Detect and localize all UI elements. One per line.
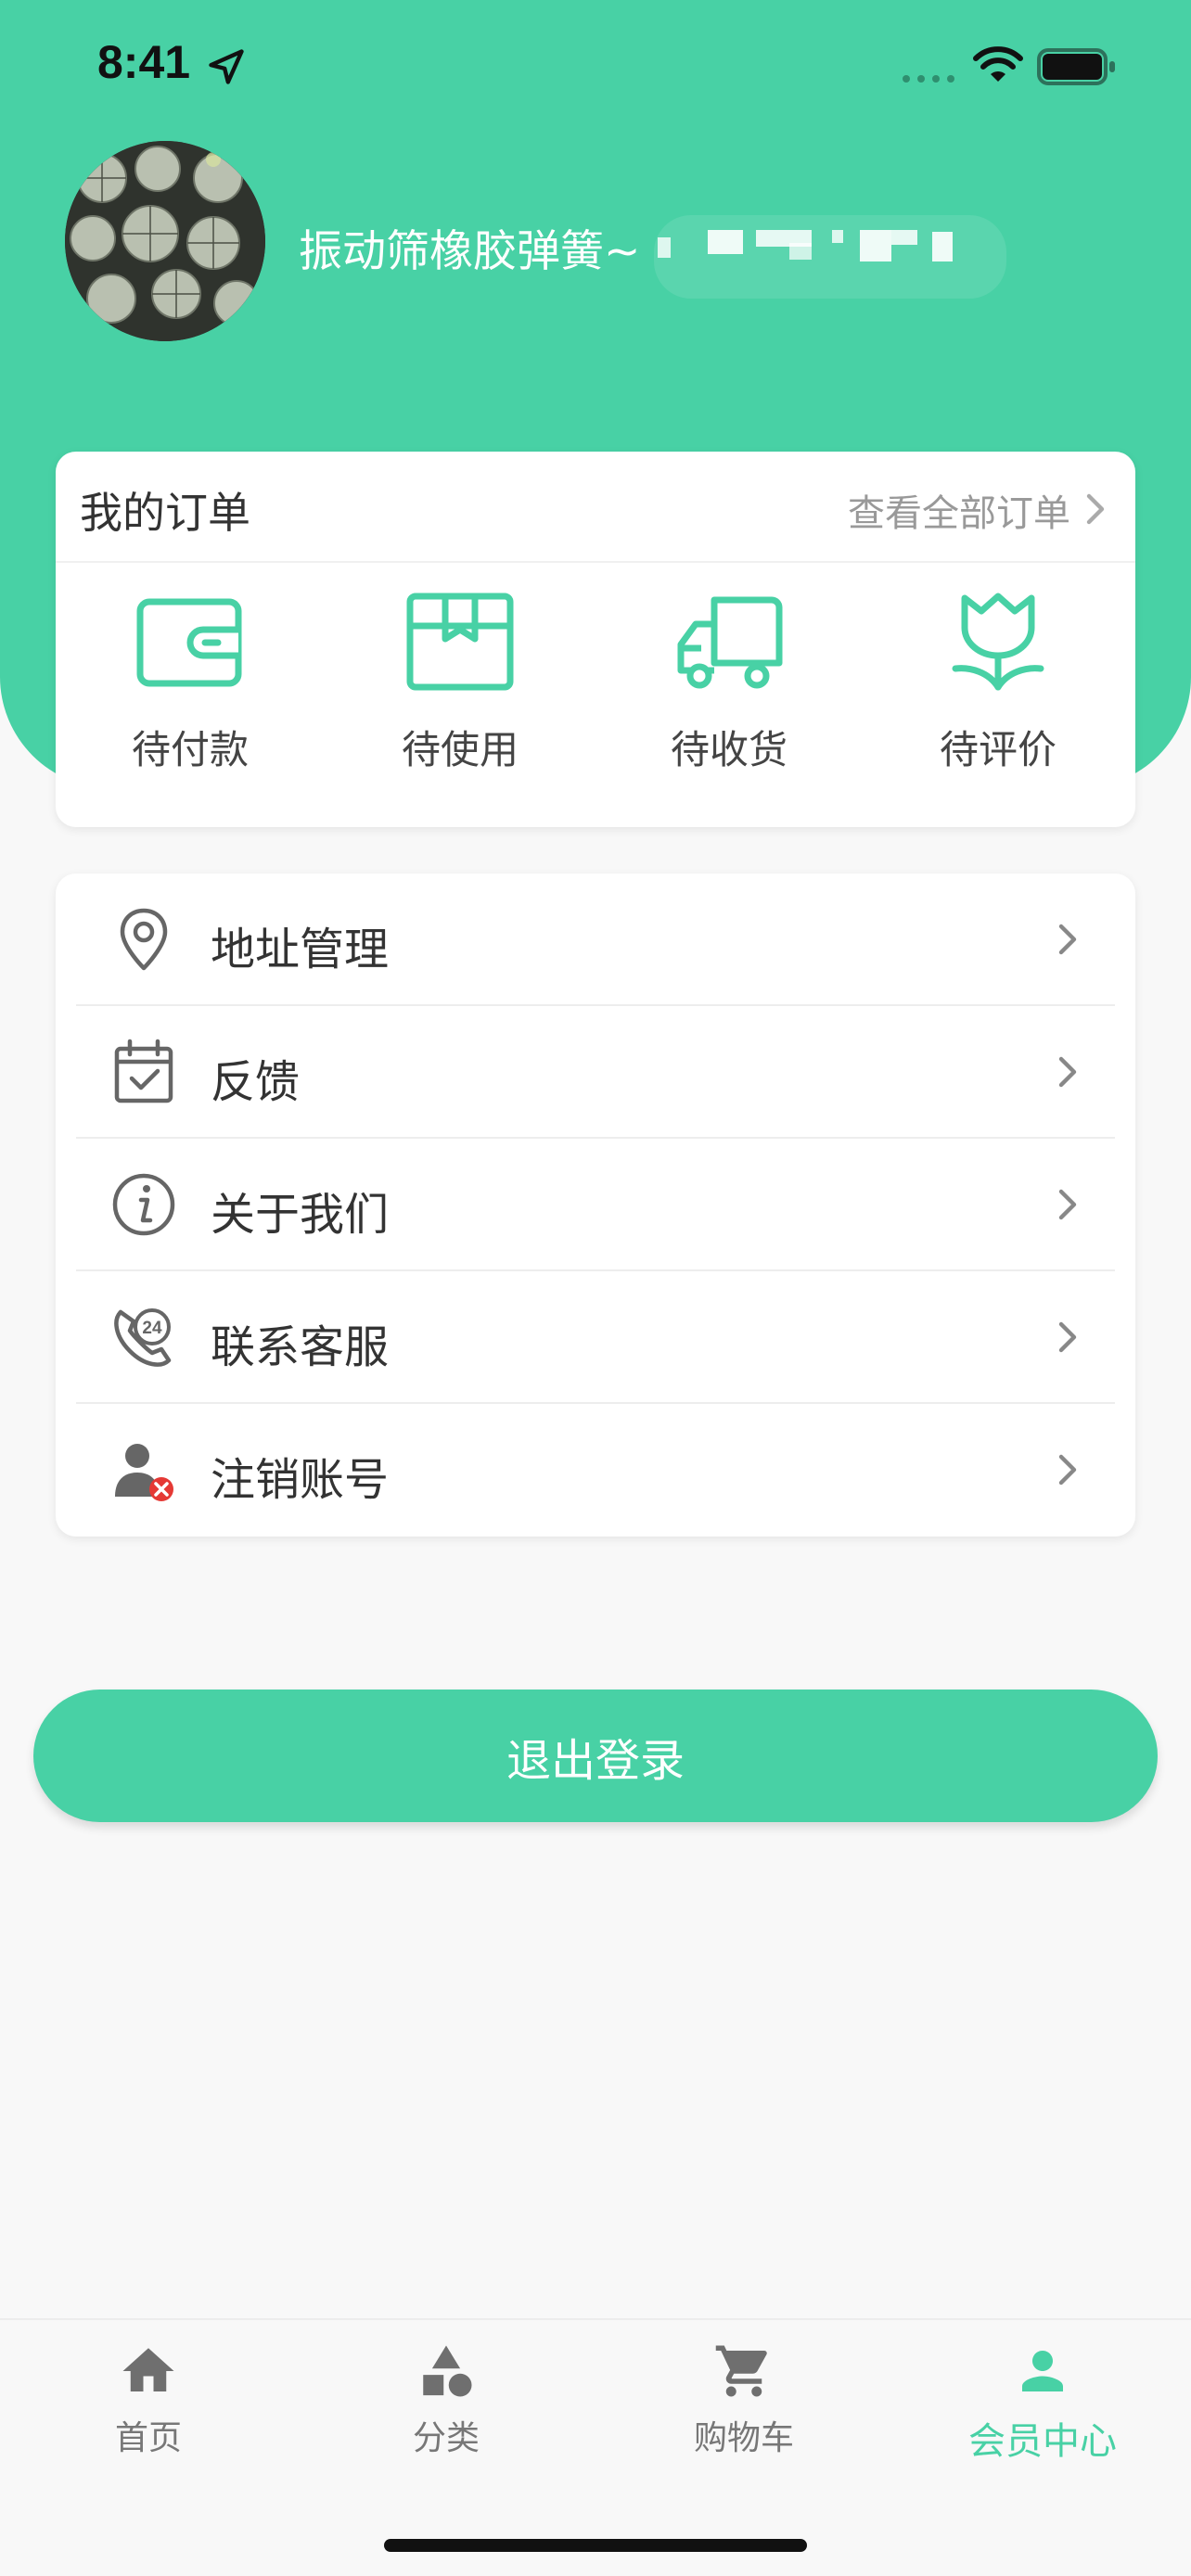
phone-24-icon: 24: [114, 1308, 172, 1367]
bottom-tab-bar: 首页 分类 购物车 会员中心: [0, 2318, 1191, 2576]
avatar[interactable]: [65, 141, 265, 341]
package-icon: [406, 593, 514, 691]
tab-label: 购物车: [693, 2419, 794, 2457]
my-orders-card: 我的订单 查看全部订单 待付款 待使用 待收货 待评价: [56, 452, 1135, 827]
chevron-right-icon: [1058, 924, 1077, 955]
user-remove-icon: [115, 1444, 173, 1501]
chevron-right-icon: [1058, 1321, 1077, 1353]
user-nickname: 振动筛橡胶弹簧~: [299, 226, 641, 277]
settings-menu-card: 地址管理 反馈 关于我们 24 联系客服 注销账号: [56, 874, 1135, 1537]
truck-icon: [677, 596, 783, 689]
logout-button[interactable]: 退出登录: [33, 1690, 1158, 1822]
order-status-label: 待付款: [131, 727, 249, 772]
menu-item-delete-account[interactable]: 注销账号: [76, 1404, 1115, 1537]
masked-user-id: [654, 215, 1006, 299]
menu-item-label: 关于我们: [211, 1189, 390, 1241]
status-bar: 8:41: [0, 0, 1191, 130]
svg-text:24: 24: [142, 1319, 162, 1338]
member-center-screen: 8:41 振动筛橡胶弹簧~ 我的订单 查看全部订单 待付款 待使用 待收货 待评…: [0, 0, 1191, 2576]
menu-item-label: 联系客服: [211, 1321, 390, 1373]
order-status-label: 待收货: [670, 727, 788, 772]
order-pending-receipt[interactable]: 待收货: [646, 591, 813, 795]
menu-item-address[interactable]: 地址管理: [76, 874, 1115, 1006]
calendar-check-icon: [114, 1039, 173, 1103]
my-orders-header: 我的订单 查看全部订单: [56, 452, 1135, 563]
tab-home[interactable]: 首页: [37, 2340, 260, 2480]
location-arrow-icon: [209, 49, 244, 84]
tab-label: 分类: [412, 2419, 480, 2457]
tab-member-center[interactable]: 会员中心: [931, 2340, 1154, 2480]
chevron-right-icon: [1058, 1454, 1077, 1486]
menu-item-label: 地址管理: [211, 924, 390, 976]
battery-icon: [1037, 48, 1115, 85]
tab-label: 首页: [114, 2419, 182, 2457]
cart-icon: [715, 2345, 767, 2397]
my-orders-title: 我的订单: [80, 488, 250, 538]
info-icon: [112, 1173, 175, 1236]
menu-item-label: 注销账号: [211, 1454, 390, 1506]
cellular-signal-icon: [903, 75, 954, 83]
category-shapes-icon: [423, 2345, 472, 2397]
order-pending-review[interactable]: 待评价: [915, 591, 1082, 795]
order-status-label: 待评价: [939, 727, 1057, 772]
avatar-image: [65, 141, 265, 341]
tulip-icon: [952, 593, 1044, 691]
chevron-right-icon: [1086, 493, 1105, 525]
view-all-orders-link[interactable]: 查看全部订单: [848, 483, 1070, 537]
wifi-icon: [973, 46, 1023, 82]
order-status-label: 待使用: [401, 727, 519, 772]
chevron-right-icon: [1058, 1056, 1077, 1088]
menu-item-label: 反馈: [211, 1056, 301, 1108]
location-pin-icon: [120, 908, 168, 971]
chevron-right-icon: [1058, 1189, 1077, 1220]
tab-cart[interactable]: 购物车: [633, 2340, 855, 2480]
person-icon: [1022, 2351, 1063, 2391]
wallet-icon: [136, 598, 242, 687]
status-time: 8:41: [97, 36, 191, 88]
menu-item-feedback[interactable]: 反馈: [76, 1006, 1115, 1139]
tab-label: 会员中心: [968, 2420, 1117, 2463]
menu-item-customer-service[interactable]: 24 联系客服: [76, 1271, 1115, 1404]
tab-category[interactable]: 分类: [335, 2340, 557, 2480]
menu-item-about-us[interactable]: 关于我们: [76, 1139, 1115, 1271]
order-pending-payment[interactable]: 待付款: [107, 591, 274, 795]
home-icon: [122, 2348, 174, 2391]
home-indicator: [384, 2539, 807, 2552]
order-pending-use[interactable]: 待使用: [377, 591, 544, 795]
